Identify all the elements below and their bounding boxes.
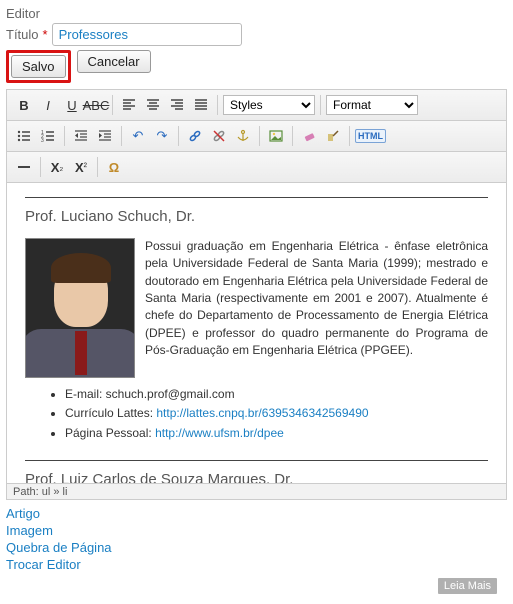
italic-button[interactable]: I xyxy=(37,94,59,116)
lattes-label: Currículo Lattes: xyxy=(65,406,156,420)
anchor-button[interactable] xyxy=(232,125,254,147)
read-more-badge[interactable]: Leia Mais xyxy=(438,578,497,594)
editor-heading: Editor xyxy=(6,6,507,21)
title-row: Título * xyxy=(6,23,507,46)
toolbar-row-2: 123 ↶ ↷ HTML xyxy=(7,121,506,152)
bold-button[interactable]: B xyxy=(13,94,35,116)
title-label: Título xyxy=(6,27,39,42)
link-button[interactable] xyxy=(184,125,206,147)
professor-name-1: Prof. Luciano Schuch, Dr. xyxy=(25,206,488,228)
path-bar: Path: ul » li xyxy=(6,484,507,500)
svg-text:3: 3 xyxy=(41,138,44,143)
unlink-button[interactable] xyxy=(208,125,230,147)
editor-content[interactable]: Prof. Luciano Schuch, Dr. Possui graduaç… xyxy=(7,183,506,483)
footer-link-imagem[interactable]: Imagem xyxy=(6,523,53,538)
email-value: schuch.prof@gmail.com xyxy=(106,387,235,401)
email-label: E-mail: xyxy=(65,387,106,401)
styles-select[interactable]: Styles xyxy=(223,95,315,115)
page-label: Página Pessoal: xyxy=(65,426,155,440)
action-buttons: Salvo Cancelar xyxy=(6,50,507,83)
professor-photo xyxy=(25,238,135,378)
title-input[interactable] xyxy=(52,23,242,46)
numbered-list-button[interactable]: 123 xyxy=(37,125,59,147)
footer-link-quebra[interactable]: Quebra de Página xyxy=(6,540,112,555)
footer-links: Artigo Imagem Quebra de Página Trocar Ed… xyxy=(6,506,507,572)
undo-button[interactable]: ↶ xyxy=(127,125,149,147)
align-right-button[interactable] xyxy=(166,94,188,116)
professor-info-list: E-mail: schuch.prof@gmail.com Currículo … xyxy=(65,386,488,442)
footer-link-artigo[interactable]: Artigo xyxy=(6,506,40,521)
bullet-list-button[interactable] xyxy=(13,125,35,147)
toolbar-row-3: X₂ X² Ω xyxy=(7,152,506,183)
special-char-button[interactable]: Ω xyxy=(103,156,125,178)
professor-name-2: Prof. Luiz Carlos de Souza Marques, Dr. xyxy=(25,469,488,483)
list-item: E-mail: schuch.prof@gmail.com xyxy=(65,386,488,403)
cancel-button[interactable]: Cancelar xyxy=(77,50,151,73)
cleanup-button[interactable] xyxy=(322,125,344,147)
hr-button[interactable] xyxy=(13,156,35,178)
list-item: Currículo Lattes: http://lattes.cnpq.br/… xyxy=(65,405,488,422)
personal-page-link[interactable]: http://www.ufsm.br/dpee xyxy=(155,426,284,440)
save-button[interactable]: Salvo xyxy=(11,55,66,78)
indent-button[interactable] xyxy=(94,125,116,147)
html-button[interactable]: HTML xyxy=(355,129,386,143)
format-select[interactable]: Format xyxy=(326,95,418,115)
list-item: Página Pessoal: http://www.ufsm.br/dpee xyxy=(65,425,488,442)
strike-button[interactable]: ABC xyxy=(85,94,107,116)
toolbar-row-1: B I U ABC Styles Format xyxy=(7,90,506,121)
superscript-button[interactable]: X² xyxy=(70,156,92,178)
footer-link-trocar[interactable]: Trocar Editor xyxy=(6,557,81,572)
redo-button[interactable]: ↷ xyxy=(151,125,173,147)
underline-button[interactable]: U xyxy=(61,94,83,116)
align-left-button[interactable] xyxy=(118,94,140,116)
align-justify-button[interactable] xyxy=(190,94,212,116)
outdent-button[interactable] xyxy=(70,125,92,147)
remove-format-button[interactable] xyxy=(298,125,320,147)
professor-bio: Possui graduação em Engenharia Elétrica … xyxy=(145,238,488,378)
required-mark: * xyxy=(43,27,48,42)
rich-text-editor: B I U ABC Styles Format 123 xyxy=(6,89,507,484)
save-highlight: Salvo xyxy=(6,50,71,83)
lattes-link[interactable]: http://lattes.cnpq.br/6395346342569490 xyxy=(156,406,368,420)
image-button[interactable] xyxy=(265,125,287,147)
align-center-button[interactable] xyxy=(142,94,164,116)
subscript-button[interactable]: X₂ xyxy=(46,156,68,178)
